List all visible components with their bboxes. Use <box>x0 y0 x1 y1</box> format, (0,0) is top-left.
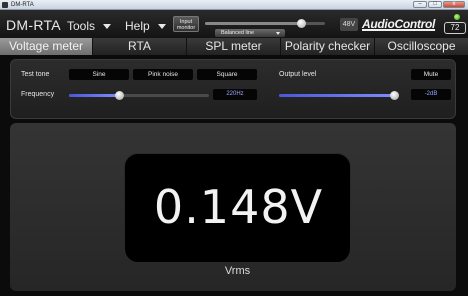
main-tabs: Voltage meter RTA SPL meter Polarity che… <box>0 38 468 55</box>
audiocontrol-logo: AudioControl <box>362 17 436 31</box>
input-monitor-knob[interactable] <box>296 19 306 28</box>
test-tone-label: Test tone <box>21 71 50 78</box>
tone-pink-noise-button[interactable]: Pink noise <box>133 69 193 80</box>
output-level-slider-knob[interactable] <box>390 91 400 100</box>
status-led-icon <box>454 14 460 20</box>
window-titlebar: DM-RTA – □ x <box>0 0 468 10</box>
input-source-dropdown[interactable]: Balanced line <box>215 29 285 37</box>
input-source-value: Balanced line <box>221 30 255 36</box>
tools-menu[interactable]: Tools <box>67 19 112 33</box>
signal-controls-panel: Test tone Sine Pink noise Square Frequen… <box>10 59 456 119</box>
app-header: DM-RTA Tools Help Input monitor Balanced… <box>0 10 468 38</box>
help-menu[interactable]: Help <box>125 19 166 33</box>
maximize-button[interactable]: □ <box>428 1 442 8</box>
app-brand: DM-RTA <box>6 17 61 33</box>
frequency-label: Frequency <box>21 91 55 98</box>
chevron-down-icon <box>276 32 280 35</box>
help-menu-label: Help <box>125 19 150 33</box>
mute-button[interactable]: Mute <box>411 69 451 80</box>
window-title: DM-RTA <box>11 2 34 8</box>
tab-spl-meter[interactable]: SPL meter <box>187 38 281 55</box>
voltage-meter-area: 0.148V Vrms <box>10 123 456 291</box>
input-monitor-slider[interactable] <box>205 19 325 28</box>
chevron-down-icon <box>103 24 112 30</box>
tools-menu-label: Tools <box>67 19 96 33</box>
phantom-power-button[interactable]: 48V <box>340 18 358 31</box>
input-monitor-line2: monitor <box>176 25 196 31</box>
voltage-unit: Vrms <box>224 265 251 277</box>
frequency-slider-fill <box>69 94 120 97</box>
input-monitor-fill <box>205 22 301 25</box>
input-monitor-button[interactable]: Input monitor <box>173 16 199 32</box>
battery-indicator: 72 <box>444 22 466 34</box>
minimize-button[interactable]: – <box>413 1 427 8</box>
tone-square-button[interactable]: Square <box>197 69 257 80</box>
app-icon <box>2 2 8 8</box>
frequency-slider[interactable] <box>69 91 209 100</box>
chevron-down-icon <box>157 24 166 30</box>
output-level-label: Output level <box>279 71 317 78</box>
voltage-reading: 0.148V <box>153 180 324 234</box>
close-button[interactable]: x <box>443 1 465 8</box>
tab-rta[interactable]: RTA <box>93 38 187 55</box>
voltage-display: 0.148V <box>124 153 351 263</box>
tab-oscilloscope[interactable]: Oscilloscope <box>375 38 468 55</box>
output-level-value: -2dB <box>411 89 451 100</box>
output-level-slider-fill <box>279 94 395 97</box>
tab-polarity-checker[interactable]: Polarity checker <box>281 38 375 55</box>
tone-sine-button[interactable]: Sine <box>69 69 129 80</box>
frequency-slider-knob[interactable] <box>114 91 124 100</box>
frequency-value: 220Hz <box>213 89 257 100</box>
tab-voltage-meter[interactable]: Voltage meter <box>0 38 93 55</box>
output-level-slider[interactable] <box>279 91 400 100</box>
